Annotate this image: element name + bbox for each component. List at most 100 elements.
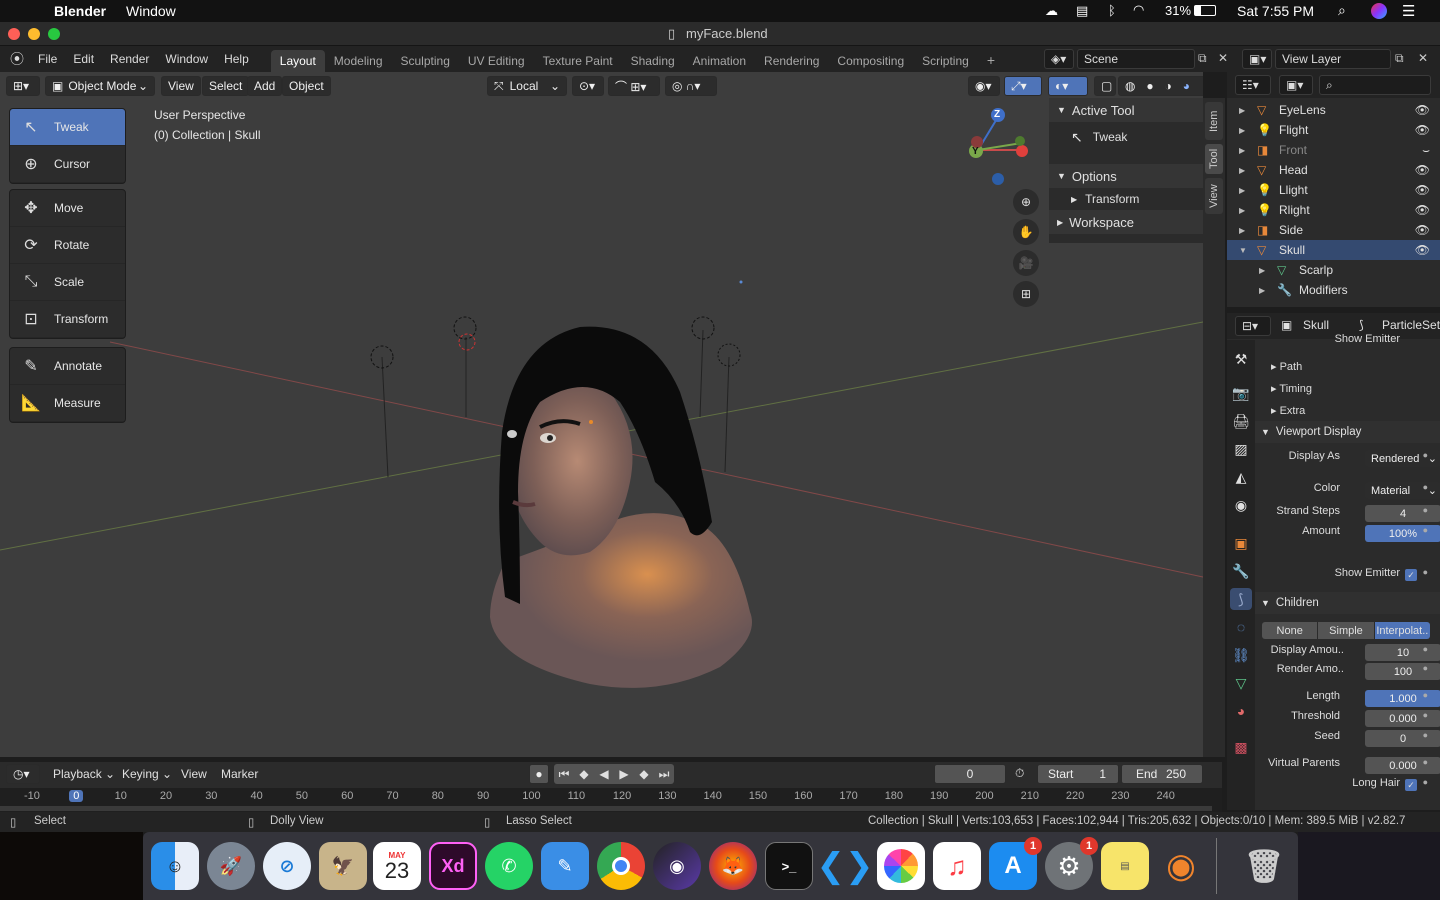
delete-scene-icon[interactable]: ✕ [1218, 51, 1228, 65]
visibility-eye-icon[interactable]: ⌣ [1422, 143, 1430, 158]
viewport-display-section[interactable]: ▼ Viewport Display [1255, 421, 1440, 443]
chevron-down-icon[interactable]: ⌄ [1201, 79, 1203, 93]
show-emitter-checkbox[interactable]: ✓ [1405, 569, 1417, 581]
keyframe-dot-icon[interactable]: ● [1423, 505, 1428, 515]
launchpad-icon[interactable]: 🚀 [207, 842, 255, 890]
outliner-item-skull[interactable]: ▼ ▽ Skull 👁 [1227, 240, 1440, 260]
keyframe-dot-icon[interactable]: ● [1423, 690, 1428, 700]
tab-scripting[interactable]: Scripting [913, 50, 978, 72]
keyframe-dot-icon[interactable]: ● [1423, 525, 1428, 535]
expand-arrow-icon[interactable]: ▶ [1259, 266, 1265, 275]
expand-arrow-icon[interactable]: ▶ [1239, 226, 1245, 235]
editor-type-icon[interactable]: ⊞▾ [6, 76, 40, 96]
menu-help[interactable]: Help [216, 52, 257, 66]
siri-icon[interactable] [1371, 3, 1387, 19]
snapping-icon[interactable]: ⌒ ⊞▾ [608, 76, 660, 96]
vscode-icon[interactable]: ❮❯ [817, 842, 874, 890]
path-subpanel[interactable]: ▸ Path [1271, 360, 1440, 380]
photos-icon[interactable] [877, 842, 925, 890]
play-icon[interactable]: ▶ [614, 767, 634, 781]
blender-dock-icon[interactable]: ◉ [1157, 842, 1205, 890]
minimize-window-button[interactable] [28, 28, 40, 40]
mode-selector[interactable]: ▣ Object Mode ⌄ [45, 76, 155, 96]
tool-rotate[interactable]: ⟳ Rotate [10, 227, 125, 264]
children-section[interactable]: ▼ Children [1255, 592, 1440, 614]
prev-keyframe-icon[interactable]: ◆ [574, 767, 594, 781]
strand-steps-field[interactable]: 4 [1365, 505, 1440, 522]
finder-icon[interactable]: ☺ [151, 842, 199, 890]
creative-cloud-icon[interactable]: ☁ [1045, 3, 1058, 19]
visibility-eye-icon[interactable]: 👁 [1415, 223, 1430, 237]
playhead-marker[interactable]: 0 [69, 790, 84, 802]
stopwatch-icon[interactable]: ⏱ [1015, 766, 1024, 781]
display-amount-field[interactable]: 10 [1365, 644, 1440, 661]
wireframe-shading-icon[interactable]: ◍ [1125, 79, 1135, 93]
terminal-icon[interactable]: >_ [765, 842, 813, 890]
ortho-grid-icon[interactable]: ⊞ [1013, 281, 1039, 307]
view-layer-selector-icon[interactable]: ▣▾ [1242, 49, 1272, 69]
keyframe-dot-icon[interactable]: ● [1423, 757, 1428, 767]
rendered-shading-icon[interactable]: ◕ [1183, 79, 1190, 93]
expand-arrow-icon[interactable]: ▶ [1259, 286, 1265, 295]
pivot-point-icon[interactable]: ⊙▾ [572, 76, 604, 96]
zoom-icon[interactable]: ⊕ [1013, 189, 1039, 215]
material-shading-icon[interactable]: ◑ [1165, 79, 1172, 93]
display-as-dropdown[interactable]: Rendered ⌄ [1365, 450, 1440, 467]
keyframe-dot-icon[interactable]: ● [1423, 663, 1428, 673]
menu-render[interactable]: Render [102, 52, 157, 66]
keyframe-dot-icon[interactable]: ● [1423, 730, 1428, 740]
tool-tweak[interactable]: ↖ Tweak [10, 109, 125, 146]
long-hair-checkbox[interactable]: ✓ [1405, 779, 1417, 791]
expand-arrow-icon[interactable]: ▼ [1239, 246, 1247, 255]
transform-orientation-dropdown[interactable]: ⤧ Local ⌄ [487, 76, 567, 96]
tab-animation[interactable]: Animation [684, 50, 755, 72]
active-tool-row[interactable]: ↖ Tweak [1049, 122, 1203, 152]
tab-rendering[interactable]: Rendering [755, 50, 828, 72]
tab-view[interactable]: View [1205, 178, 1223, 214]
next-keyframe-icon[interactable]: ◆ [634, 767, 654, 781]
menu-add[interactable]: Add [247, 76, 283, 96]
keyframe-dot-icon[interactable]: ● [1423, 482, 1428, 492]
expand-arrow-icon[interactable]: ▶ [1239, 106, 1245, 115]
delete-view-layer-icon[interactable]: ✕ [1418, 51, 1428, 65]
whatsapp-icon[interactable]: ✆ [485, 842, 533, 890]
add-workspace-button[interactable]: + [978, 48, 1004, 72]
tool-cursor[interactable]: ⊕ Cursor [10, 146, 125, 183]
jump-start-icon[interactable]: ⏮ [554, 767, 574, 782]
keyframe-dot-icon[interactable]: ● [1423, 644, 1428, 654]
timeline-scrollbar[interactable] [0, 806, 1212, 811]
jump-end-icon[interactable]: ⏭ [654, 767, 674, 782]
expand-arrow-icon[interactable]: ▶ [1239, 206, 1245, 215]
outliner-item-front[interactable]: ▶ ◨ Front ⌣ [1227, 140, 1440, 160]
app-menu[interactable]: Blender [54, 3, 106, 19]
tab-modeling[interactable]: Modeling [325, 50, 392, 72]
keyframe-dot-icon[interactable]: ● [1423, 710, 1428, 720]
tab-tool[interactable]: Tool [1205, 144, 1223, 174]
virtual-parents-slider[interactable]: 0.000 [1365, 757, 1440, 774]
bluetooth-icon[interactable]: ᛒ [1108, 3, 1116, 18]
outliner-item-scarlp[interactable]: ▶ ▽ Scarlp [1227, 260, 1440, 280]
menu-view[interactable]: View [161, 76, 201, 96]
threshold-slider[interactable]: 0.000 [1365, 710, 1440, 727]
spotlight-icon[interactable]: ⌕ [1338, 2, 1346, 19]
keyframe-dot-icon[interactable]: ● [1423, 567, 1428, 577]
xcode-tools-icon[interactable]: ✎ [541, 842, 589, 890]
end-frame-field[interactable]: End 250 [1121, 764, 1203, 784]
tool-measure[interactable]: 📐 Measure [10, 385, 125, 422]
outliner-item-rlight[interactable]: ▶ 💡 Rlight 👁 [1227, 200, 1440, 220]
expand-arrow-icon[interactable]: ▶ [1239, 146, 1245, 155]
seed-field[interactable]: 0 [1365, 730, 1440, 747]
expand-arrow-icon[interactable]: ▶ [1239, 186, 1245, 195]
menu-object[interactable]: Object [282, 76, 331, 96]
tab-shading[interactable]: Shading [622, 50, 684, 72]
length-slider[interactable]: 1.000 [1365, 690, 1440, 707]
menu-marker[interactable]: Marker [221, 767, 258, 781]
wifi-icon[interactable]: ◠ [1133, 2, 1144, 18]
firefox-icon[interactable]: 🦊 [709, 842, 757, 890]
trash-icon[interactable]: 🗑 [1240, 842, 1288, 890]
overlays-toggle-icon[interactable]: ◐▾ [1048, 76, 1088, 96]
visibility-eye-icon[interactable]: 👁 [1415, 123, 1430, 137]
outliner-item-side[interactable]: ▶ ◨ Side 👁 [1227, 220, 1440, 240]
amount-slider[interactable]: 100% [1365, 525, 1440, 542]
scene-selector-icon[interactable]: ◈▾ [1044, 49, 1074, 69]
